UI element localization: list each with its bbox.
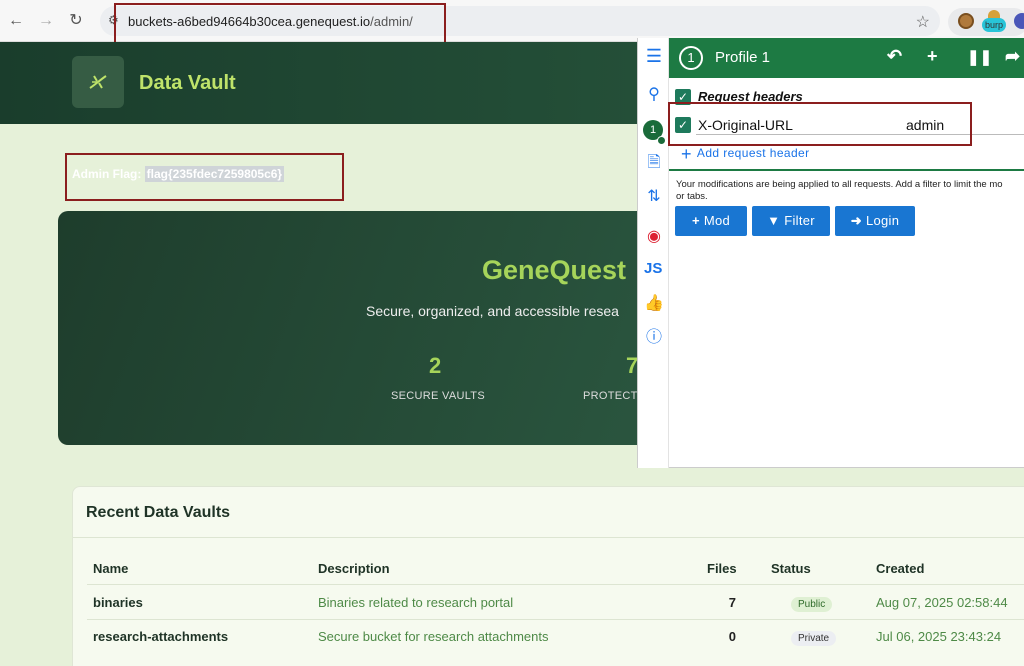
active-check-icon bbox=[657, 136, 666, 145]
flag-annotation-box bbox=[65, 153, 344, 201]
search-icon[interactable]: ⚲ bbox=[644, 85, 664, 105]
bookmark-star-icon[interactable]: ☆ bbox=[916, 12, 930, 32]
vault-name[interactable]: binaries bbox=[93, 595, 143, 610]
undo-icon[interactable]: ↶ bbox=[887, 46, 902, 67]
vault-created: Aug 07, 2025 02:58:44 bbox=[876, 595, 1008, 610]
reload-icon[interactable]: ↻ bbox=[66, 11, 86, 31]
plus-icon: + bbox=[681, 144, 692, 164]
share-icon[interactable]: ➦ bbox=[1005, 46, 1020, 67]
recent-vaults-card: Recent Data Vaults Name Description File… bbox=[72, 486, 1024, 666]
add-filter-button[interactable]: ▼ Filter bbox=[752, 206, 830, 236]
status-badge: Public bbox=[791, 597, 833, 612]
status-badge: Private bbox=[791, 631, 837, 646]
login-button[interactable]: ➜ Login bbox=[835, 206, 915, 236]
row-divider bbox=[87, 619, 1024, 620]
vault-description: Secure bucket for research attachments bbox=[318, 629, 549, 644]
column-created: Created bbox=[876, 561, 925, 576]
menu-icon[interactable]: ☰ bbox=[644, 46, 664, 66]
row-divider bbox=[87, 584, 1024, 585]
url-annotation-box bbox=[114, 3, 446, 45]
js-icon[interactable]: JS bbox=[644, 260, 662, 277]
card-divider bbox=[73, 537, 1024, 538]
stat-protected-label: PROTECTE bbox=[583, 390, 646, 402]
extension-icon[interactable] bbox=[1014, 13, 1024, 29]
profile-name[interactable]: Profile 1 bbox=[715, 49, 770, 66]
vault-files: 7 bbox=[728, 595, 736, 610]
pause-icon[interactable]: ❚❚ bbox=[967, 48, 992, 66]
section-separator bbox=[669, 169, 1024, 171]
add-icon[interactable]: + bbox=[927, 46, 938, 67]
vault-files: 0 bbox=[728, 629, 736, 644]
column-name: Name bbox=[93, 561, 129, 576]
modification-note: Your modifications are being applied to … bbox=[676, 179, 1003, 202]
stat-vaults-label: SECURE VAULTS bbox=[391, 390, 485, 402]
add-mod-button[interactable]: + Mod bbox=[675, 206, 747, 236]
cookie-extension-icon[interactable] bbox=[958, 13, 974, 29]
vault-description: Binaries related to research portal bbox=[318, 595, 514, 610]
recent-vaults-title: Recent Data Vaults bbox=[86, 504, 231, 521]
thumbs-up-icon[interactable]: 👍 bbox=[644, 294, 664, 314]
column-description: Description bbox=[318, 561, 390, 576]
hidden-eye-icon[interactable]: ◉ bbox=[644, 227, 664, 247]
column-files: Files bbox=[707, 561, 737, 576]
back-icon[interactable]: ← bbox=[6, 11, 26, 31]
dna-logo-icon[interactable] bbox=[72, 56, 124, 108]
add-file-icon[interactable]: 🗎 bbox=[644, 153, 664, 173]
site-title[interactable]: Data Vault bbox=[139, 72, 236, 95]
vault-name[interactable]: research-attachments bbox=[93, 629, 228, 644]
extension-sidebar: ☰ ⚲ 1 🗎 ⇅ ◉ JS 👍 ⓘ bbox=[638, 38, 669, 468]
header-annotation-box bbox=[668, 102, 972, 146]
sort-icon[interactable]: ⇅ bbox=[644, 187, 664, 207]
hero-subtitle: Secure, organized, and accessible resea bbox=[366, 303, 619, 319]
profile-header: 1 Profile 1 ↶ + ❚❚ ➦ bbox=[669, 38, 1024, 78]
help-icon[interactable]: ⓘ bbox=[644, 328, 664, 348]
forward-icon[interactable]: → bbox=[36, 11, 56, 31]
vault-created: Jul 06, 2025 23:43:24 bbox=[876, 629, 1002, 644]
hero-title: GeneQuest bbox=[482, 255, 627, 285]
stat-vaults-value: 2 bbox=[429, 353, 442, 378]
add-request-header-button[interactable]: + Add request header bbox=[681, 144, 810, 165]
profile-number[interactable]: 1 bbox=[679, 46, 703, 70]
extensions-area: burp bbox=[948, 8, 1024, 36]
column-status: Status bbox=[771, 561, 811, 576]
burp-extension-icon[interactable]: burp bbox=[982, 18, 1007, 32]
hero-banner: GeneQuest Secure, organized, and accessi… bbox=[58, 211, 698, 445]
